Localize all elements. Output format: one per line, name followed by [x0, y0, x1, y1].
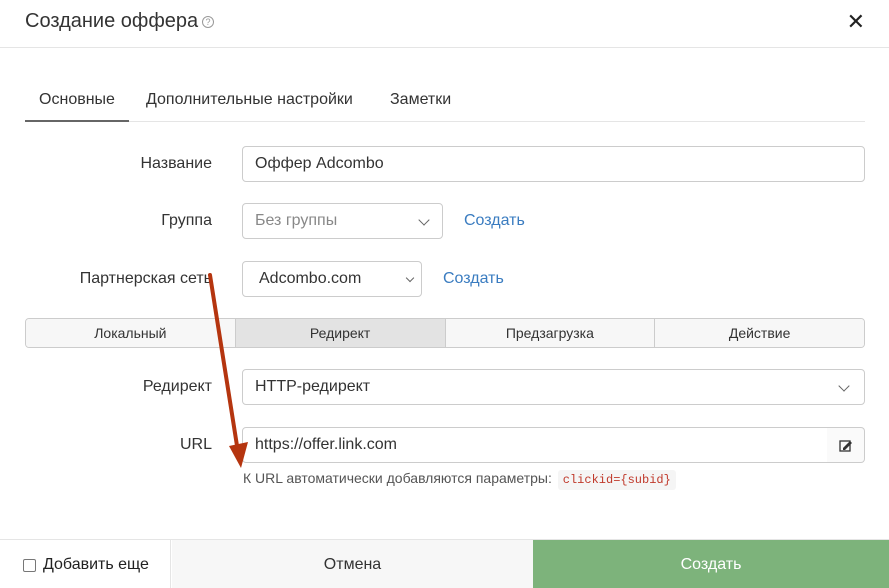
cancel-button[interactable]: Отмена: [172, 540, 533, 588]
dialog-header: Создание оффера ? ✕: [0, 0, 889, 48]
name-label: Название: [140, 155, 213, 172]
group-label: Группа: [161, 212, 212, 229]
chevron-down-icon: [838, 380, 850, 392]
add-more-checkbox[interactable]: [23, 559, 36, 572]
group-create-link[interactable]: Создать: [464, 212, 525, 230]
mode-action[interactable]: Действие: [655, 319, 864, 347]
tab-advanced-settings[interactable]: Дополнительные настройки: [146, 78, 353, 122]
create-button[interactable]: Создать: [533, 540, 889, 588]
chevron-down-icon: [418, 214, 430, 226]
group-select-value: Без группы: [255, 212, 338, 229]
dialog-title: Создание оффера: [25, 10, 199, 32]
tab-main[interactable]: Основные: [25, 78, 129, 122]
mode-local[interactable]: Локальный: [26, 319, 236, 347]
redirect-select-value: HTTP-редирект: [255, 378, 371, 395]
tab-bar: Основные Дополнительные настройки Заметк…: [25, 78, 865, 122]
edit-icon: [839, 440, 852, 452]
redirect-label: Редирект: [142, 378, 212, 395]
redirect-select[interactable]: HTTP-редирект: [242, 369, 865, 405]
url-params-hint: К URL автоматически добавляются параметр…: [243, 470, 676, 490]
network-select-value: Adcombo.com: [259, 270, 362, 287]
add-more-option: Добавить еще: [0, 540, 171, 588]
offer-mode-switch: Локальный Редирект Предзагрузка Действие: [25, 318, 865, 348]
edit-url-button[interactable]: [827, 427, 865, 463]
close-icon[interactable]: ✕: [847, 10, 865, 34]
network-label: Партнерская сеть: [79, 270, 212, 287]
add-more-label[interactable]: Добавить еще: [43, 556, 149, 574]
group-select[interactable]: Без группы: [242, 203, 443, 239]
help-icon[interactable]: ?: [202, 16, 214, 28]
mode-redirect[interactable]: Редирект: [235, 319, 446, 347]
chevron-down-icon: [405, 273, 415, 283]
url-input[interactable]: https://offer.link.com: [242, 427, 828, 463]
mode-preload[interactable]: Предзагрузка: [445, 319, 656, 347]
network-create-link[interactable]: Создать: [443, 270, 504, 288]
tab-notes[interactable]: Заметки: [390, 78, 451, 122]
url-label: URL: [179, 436, 212, 453]
clickid-param-code: clickid={subid}: [557, 470, 676, 490]
dialog-footer: Добавить еще Отмена Создать: [0, 539, 889, 588]
url-params-hint-text: К URL автоматически добавляются параметр…: [243, 470, 552, 486]
network-select[interactable]: Adcombo.com: [242, 261, 422, 297]
name-input[interactable]: Оффер Adcombo: [242, 146, 865, 182]
